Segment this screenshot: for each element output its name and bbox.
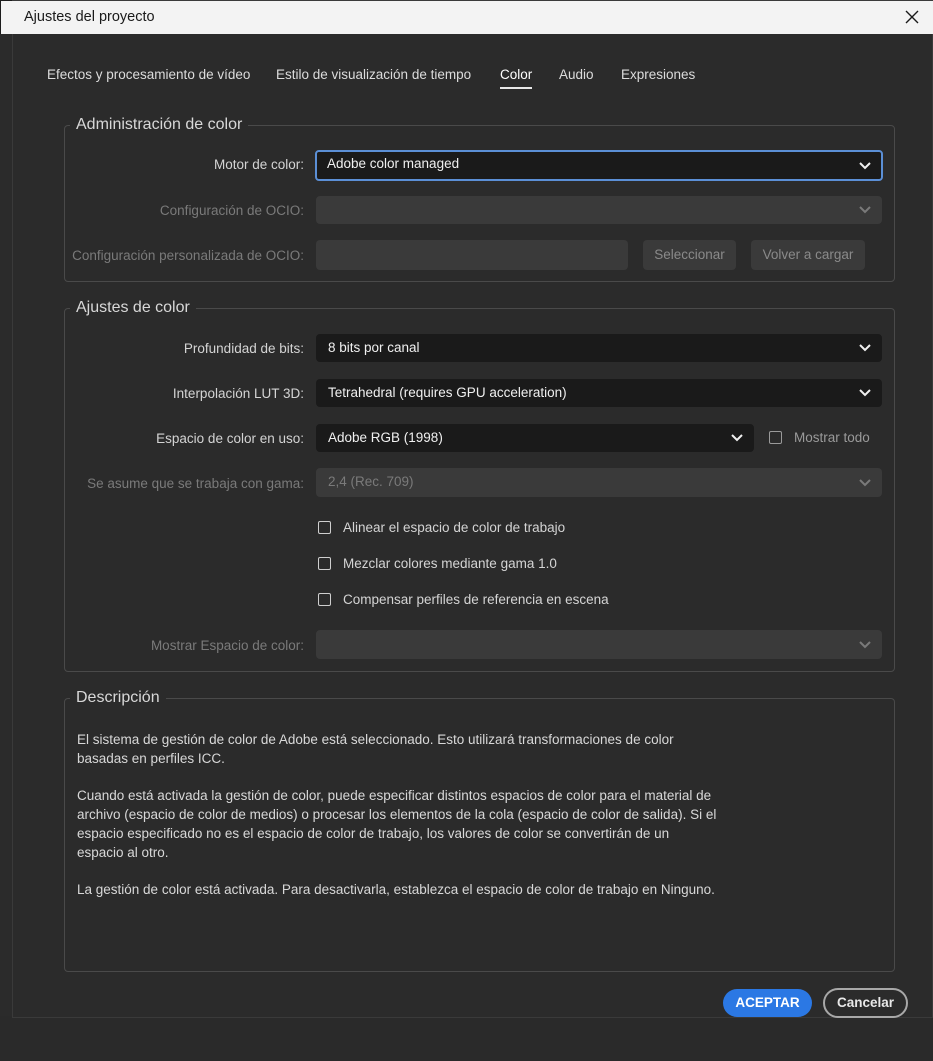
chevron-down-icon — [858, 160, 872, 172]
chevron-down-icon — [858, 204, 872, 216]
background-app-panel — [0, 34, 12, 1061]
checkbox-icon — [318, 557, 331, 570]
chevron-down-icon — [858, 477, 872, 489]
chevron-down-icon — [858, 387, 872, 399]
checkbox-icon — [318, 593, 331, 606]
compensate-checkbox[interactable]: Compensar perfiles de referencia en esce… — [318, 592, 609, 608]
description-text: El sistema de gestión de color de Adobe … — [77, 731, 717, 919]
gamma-select: 2,4 (Rec. 709) — [316, 468, 882, 497]
chevron-down-icon — [730, 432, 744, 444]
tab-audio[interactable]: Audio — [559, 67, 594, 82]
blend-label: Mezclar colores mediante gama 1.0 — [343, 556, 557, 571]
ok-button[interactable]: ACEPTAR — [723, 989, 812, 1017]
checkbox-icon — [318, 521, 331, 534]
window-title: Ajustes del proyecto — [24, 9, 155, 25]
color-settings-legend: Ajustes de color — [76, 299, 190, 316]
ocio-config-label: Configuración de OCIO: — [159, 203, 304, 218]
show-all-label: Mostrar todo — [794, 430, 870, 445]
description-group: Descripción El sistema de gestión de col… — [64, 689, 895, 972]
bit-depth-select[interactable]: 8 bits por canal — [316, 334, 882, 362]
select-button: Seleccionar — [643, 240, 736, 270]
lut-select[interactable]: Tetrahedral (requires GPU acceleration) — [316, 379, 882, 407]
title-bar: Ajustes del proyecto — [1, 1, 933, 34]
working-space-select[interactable]: Adobe RGB (1998) — [316, 424, 754, 452]
tab-bar: Efectos y procesamiento de vídeo Estilo … — [13, 34, 932, 94]
gamma-label: Se asume que se trabaja con gama: — [87, 476, 304, 491]
chevron-down-icon — [858, 639, 872, 651]
compensate-label: Compensar perfiles de referencia en esce… — [343, 592, 609, 607]
display-space-select — [316, 630, 882, 659]
align-label: Alinear el espacio de color de trabajo — [343, 520, 566, 535]
tab-video-effects[interactable]: Efectos y procesamiento de vídeo — [47, 67, 250, 82]
background-app-bottom — [0, 1016, 933, 1061]
tab-time-display[interactable]: Estilo de visualización de tiempo — [276, 67, 471, 82]
ocio-config-select — [316, 196, 882, 224]
ocio-custom-input — [316, 240, 628, 270]
display-space-label: Mostrar Espacio de color: — [150, 638, 304, 653]
close-icon[interactable] — [900, 5, 924, 29]
lut-value: Tetrahedral (requires GPU acceleration) — [328, 385, 567, 400]
show-all-checkbox[interactable]: Mostrar todo — [769, 430, 870, 446]
bit-depth-value: 8 bits por canal — [328, 340, 420, 355]
gamma-value: 2,4 (Rec. 709) — [328, 474, 414, 489]
align-checkbox[interactable]: Alinear el espacio de color de trabajo — [318, 520, 565, 536]
description-paragraph: El sistema de gestión de color de Adobe … — [77, 732, 674, 766]
lut-label: Interpolación LUT 3D: — [172, 386, 304, 401]
checkbox-icon — [769, 431, 782, 444]
project-settings-dialog: Ajustes del proyecto Efectos y procesami… — [1, 0, 933, 1018]
cancel-button[interactable]: Cancelar — [823, 988, 908, 1018]
engine-value: Adobe color managed — [327, 156, 460, 171]
color-management-legend: Administración de color — [76, 116, 243, 133]
tab-color[interactable]: Color — [500, 67, 533, 89]
description-paragraph: Cuando está activada la gestión de color… — [77, 788, 717, 860]
description-legend: Descripción — [76, 689, 160, 706]
working-space-label: Espacio de color en uso: — [156, 431, 304, 446]
blend-checkbox[interactable]: Mezclar colores mediante gama 1.0 — [318, 556, 557, 572]
ocio-custom-label: Configuración personalizada de OCIO: — [72, 248, 304, 263]
chevron-down-icon — [858, 342, 872, 354]
working-space-value: Adobe RGB (1998) — [328, 430, 443, 445]
description-paragraph: La gestión de color está activada. Para … — [77, 882, 715, 898]
reload-button: Volver a cargar — [751, 240, 865, 270]
tab-expressions[interactable]: Expresiones — [621, 67, 695, 82]
engine-select[interactable]: Adobe color managed — [315, 150, 883, 181]
engine-label: Motor de color: — [213, 157, 304, 172]
bit-depth-label: Profundidad de bits: — [183, 341, 304, 356]
